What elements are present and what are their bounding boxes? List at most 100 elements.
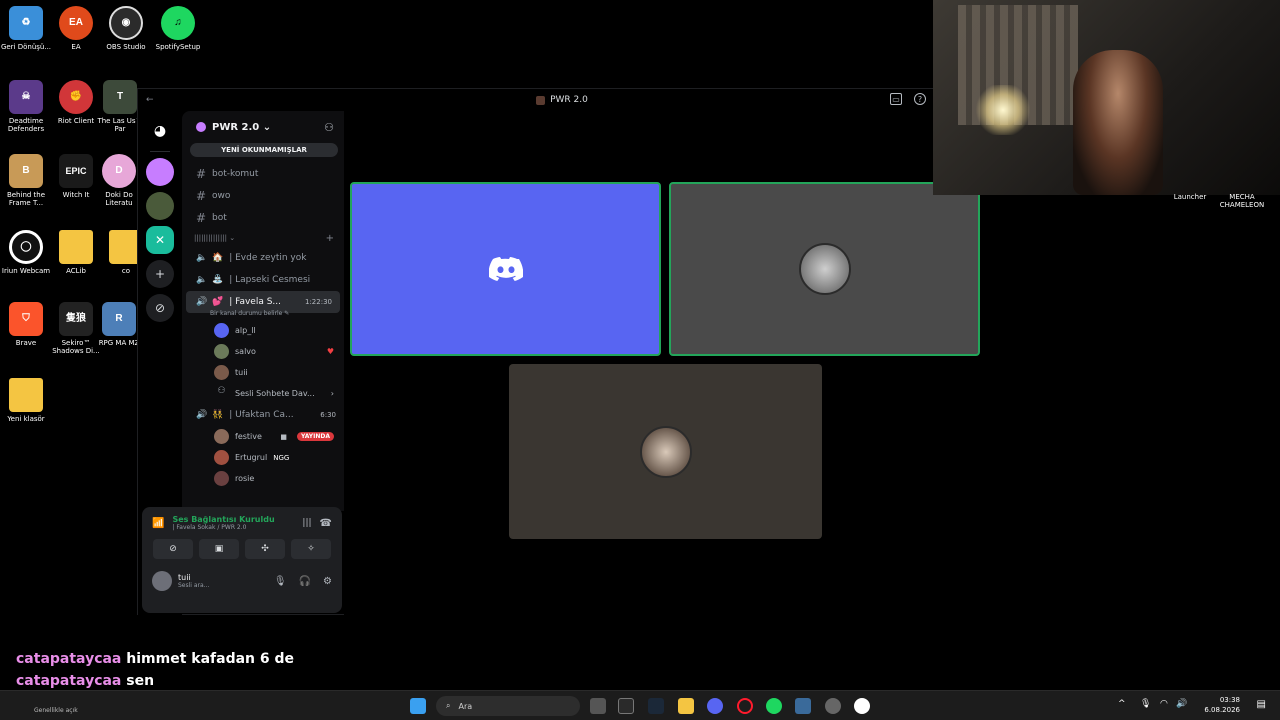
voice-member[interactable]: salvo ♥ (182, 341, 344, 362)
iriun-webcam-icon[interactable]: ◯ Iriun Webcam (0, 230, 52, 275)
headphones-icon[interactable]: 🎧 (299, 576, 311, 587)
add-server-icon[interactable]: + (146, 260, 174, 288)
game-icon: D (102, 154, 136, 188)
add-member-icon[interactable]: ⚇ (324, 121, 334, 134)
voice-channel-evde[interactable]: 🔈 🏠 | Evde zeytin yok (182, 247, 344, 269)
chevron-up-icon[interactable]: ^ (1118, 699, 1126, 709)
voice-member[interactable]: festive ■ YAYINDA (182, 426, 344, 447)
voice-member[interactable]: tuii (182, 362, 344, 383)
gear-icon[interactable]: ⚙ (323, 576, 332, 587)
server-header[interactable]: PWR 2.0 ⌄ ⚇ (182, 111, 344, 143)
channel-bot[interactable]: # bot (182, 207, 344, 229)
launcher-icon-label[interactable]: Launcher (1165, 193, 1215, 201)
voice-location[interactable]: | Favela Sokak / PWR 2.0 (172, 524, 274, 531)
sekiro-icon[interactable]: 隻狼 Sekiro™ Shadows Di... (50, 302, 102, 355)
obs-studio-icon[interactable]: ◉ OBS Studio (100, 6, 152, 51)
behind-the-frame-icon[interactable]: B Behind the Frame T... (0, 154, 52, 207)
microphone-icon[interactable]: 🎙 (1140, 699, 1151, 709)
icon-label: Deadtime Defenders (7, 117, 45, 133)
app-icon[interactable] (795, 698, 811, 714)
discord-home-icon[interactable]: ◕ (146, 117, 174, 145)
notification-icon[interactable]: ▤ (1257, 699, 1266, 710)
microphone-icon[interactable]: 🎙 (274, 576, 287, 587)
add-channel-icon[interactable]: + (326, 233, 334, 244)
server-pwr-icon[interactable] (146, 158, 174, 186)
streamer-figure (1073, 50, 1163, 195)
speaker-icon: 🔈 (196, 253, 208, 263)
steam-icon[interactable] (648, 698, 664, 714)
new-folder-icon[interactable]: Yeni klasör (0, 378, 52, 423)
voice-stage (344, 111, 987, 615)
mecha-chameleon-icon-label[interactable]: MECHA CHAMELEON (1212, 193, 1272, 209)
obs-icon[interactable] (825, 698, 841, 714)
participant-tile[interactable] (350, 182, 661, 356)
voice-action-row: ⊘ ▣ ✣ ✧ (142, 535, 342, 563)
file-explorer-icon[interactable] (678, 698, 694, 714)
unread-banner[interactable]: YENİ OKUNMAMIŞLAR (190, 143, 338, 157)
game-icon: R (102, 302, 136, 336)
volume-icon[interactable]: 🔊 (1176, 699, 1187, 709)
deadtime-defenders-icon[interactable]: ☠ Deadtime Defenders (0, 80, 52, 133)
system-clock[interactable]: 03:38 6.08.2026 (1204, 695, 1240, 715)
voice-member[interactable]: rosie (182, 468, 344, 489)
aclib-folder-icon[interactable]: ACLib (50, 230, 102, 275)
chat-message: catapataycaa sen (16, 670, 294, 692)
voice-channel-lapseki[interactable]: 🔈 ⛲ | Lapseki Cesmesi (182, 269, 344, 291)
server-icon[interactable] (146, 192, 174, 220)
help-icon[interactable]: ? (914, 93, 926, 105)
avatar (214, 450, 229, 465)
voice-channel-ufaktan[interactable]: 🔊 👯 | Ufaktan Ca... 6:30 (182, 404, 344, 426)
spotify-setup-icon[interactable]: ♫ SpotifySetup (152, 6, 204, 51)
title-bar: ← PWR 2.0 ▭ ? (138, 89, 986, 111)
iriun-icon[interactable] (854, 698, 870, 714)
game-icon: 隻狼 (59, 302, 93, 336)
search-box[interactable]: ⌕ Ara (436, 696, 580, 716)
signal-icon[interactable]: 📶 (152, 518, 164, 529)
activities-button[interactable]: ✣ (245, 539, 285, 559)
channel-owo[interactable]: # owo (182, 185, 344, 207)
screen-share-button[interactable]: ▣ (199, 539, 239, 559)
soundboard-button[interactable]: ✧ (291, 539, 331, 559)
channel-bot-komut[interactable]: # bot-komut (182, 163, 344, 185)
witch-it-icon[interactable]: EPIC Witch It (50, 154, 102, 199)
discord-taskbar-icon[interactable] (707, 698, 723, 714)
spotify-icon[interactable] (766, 698, 782, 714)
doki-doki-icon[interactable]: D Doki Do Literatu (97, 154, 141, 207)
weather-widget[interactable]: Genellikle açık (34, 707, 78, 714)
ea-app-icon[interactable]: EA EA (50, 6, 102, 51)
voice-member[interactable]: Ertugrul NGG (182, 447, 344, 468)
voice-invite-row[interactable]: ⚇ Sesli Sohbete Dav... › (182, 383, 344, 404)
brave-icon[interactable]: ⛉ Brave (0, 302, 52, 347)
recycle-bin-icon[interactable]: ♻ Geri Dönüşü... (0, 6, 52, 51)
channel-timer: 6:30 (320, 411, 336, 419)
current-user: tuii Sesli ara... 🎙 🎧 ⚙ (142, 563, 342, 599)
channel-emoji: 👯 (212, 410, 224, 420)
epic-games-icon: EPIC (59, 154, 93, 188)
windows-start-icon[interactable] (410, 698, 426, 714)
disconnect-icon[interactable]: ☎ (320, 518, 332, 529)
avatar[interactable] (152, 571, 172, 591)
opera-icon[interactable] (737, 698, 753, 714)
epic-games-icon[interactable] (618, 698, 634, 714)
member-tag: NGG (273, 453, 290, 462)
participant-tile[interactable] (669, 182, 980, 356)
speaker-icon: 🔊 (196, 410, 208, 420)
server-icon[interactable]: ✕ (146, 226, 174, 254)
rpg-maker-icon[interactable]: R RPG MA MZ (97, 302, 141, 347)
icon-label: EA (71, 43, 81, 51)
back-arrow-icon[interactable]: ← (146, 95, 154, 105)
folder-icon (9, 378, 43, 412)
channel-status[interactable]: Bir kanal durumu belirle ✎ (182, 310, 344, 317)
channel-label: | Ufaktan Ca... (229, 410, 294, 420)
camera-off-button[interactable]: ⊘ (153, 539, 193, 559)
explore-icon[interactable]: ⊘ (146, 294, 174, 322)
task-view-icon[interactable] (590, 698, 606, 714)
participant-tile[interactable] (509, 364, 822, 539)
window-title: PWR 2.0 (550, 95, 588, 105)
noise-suppression-icon[interactable]: ||| (302, 518, 311, 528)
wifi-icon[interactable]: ◠ (1160, 699, 1168, 709)
category-header[interactable]: |||||||||||||| ⌄ + (182, 229, 344, 247)
icon-label: Doki Do Literatu (105, 191, 133, 207)
inbox-icon[interactable]: ▭ (890, 93, 902, 105)
voice-member[interactable]: alp_ll (182, 320, 344, 341)
